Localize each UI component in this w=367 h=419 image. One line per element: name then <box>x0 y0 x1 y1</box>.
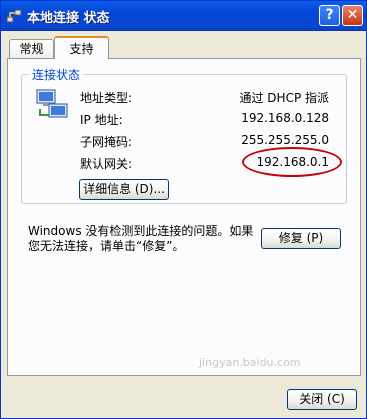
network-icon <box>6 9 22 23</box>
address-type-value: 通过 DHCP 指派 <box>239 91 329 105</box>
subnet-mask-value: 255.255.255.0 <box>241 133 329 147</box>
gateway-highlight-circle <box>242 147 342 177</box>
close-window-button[interactable]: ✕ <box>342 5 363 26</box>
repair-button[interactable]: 修复 (P) <box>261 228 341 249</box>
details-button[interactable]: 详细信息 (D)... <box>79 179 169 200</box>
watermark: jingyan.baidu.com <box>199 356 301 369</box>
group-label: 连接状态 <box>29 66 84 83</box>
network-connection-icon <box>36 89 68 118</box>
address-type-label: 地址类型: <box>80 91 133 105</box>
ip-address-label: IP 地址: <box>80 113 123 127</box>
diagnostic-message: Windows 没有检测到此连接的问题。如果您无法连接，请单击“修复”。 <box>28 224 254 253</box>
window-title: 本地连接 状态 <box>27 11 110 26</box>
close-button[interactable]: 关闭 (C) <box>287 389 357 410</box>
default-gateway-label: 默认网关: <box>80 157 133 171</box>
status-dialog: 本地连接 状态 ? ✕ 常规 支持 连接状态 地址类型: 通过 DHCP 指派 … <box>0 0 367 419</box>
tab-general[interactable]: 常规 <box>9 39 54 58</box>
help-button[interactable]: ? <box>319 5 340 26</box>
subnet-mask-label: 子网掩码: <box>80 135 133 149</box>
ip-address-value: 192.168.0.128 <box>241 111 329 125</box>
title-bar[interactable]: 本地连接 状态 ? ✕ <box>1 1 366 31</box>
tab-support[interactable]: 支持 <box>54 36 109 59</box>
